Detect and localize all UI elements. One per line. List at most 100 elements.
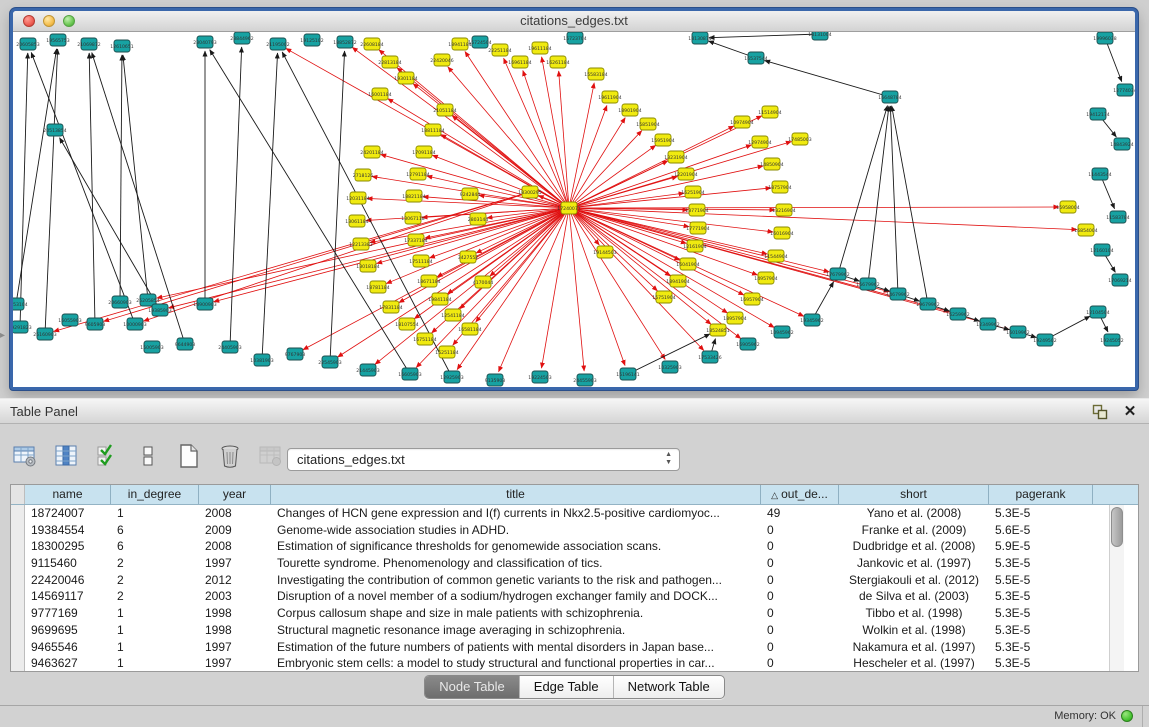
citation-edge-black[interactable] xyxy=(1105,38,1122,82)
citation-edge-red[interactable] xyxy=(569,83,594,208)
cell-pagerank[interactable]: 5.3E-5 xyxy=(989,555,1093,572)
citation-edge-black[interactable] xyxy=(868,106,889,284)
citation-edge-black[interactable] xyxy=(282,52,452,377)
network-node[interactable]: 15583184 xyxy=(584,68,607,80)
cell-title[interactable]: Tourette syndrome. Phenomenology and cla… xyxy=(271,555,761,572)
cell-name[interactable]: 22420046 xyxy=(25,572,111,589)
network-node[interactable]: 10453104 xyxy=(13,298,28,310)
network-canvas[interactable]: 1724007720605853195657532106987212610651… xyxy=(13,32,1135,387)
table-row[interactable]: 946554611997Estimation of the future num… xyxy=(11,639,1138,656)
cell-out_degree[interactable]: 0 xyxy=(761,538,839,555)
delete-table-icon[interactable] xyxy=(215,440,245,472)
citation-edge-black[interactable] xyxy=(838,106,887,274)
network-node[interactable]: 19291823 xyxy=(13,321,32,333)
network-node[interactable]: 9242844 xyxy=(460,188,481,200)
network-node[interactable]: 15851904 xyxy=(636,118,659,130)
network-node[interactable]: 16751184 xyxy=(413,333,436,345)
cell-pagerank[interactable]: 5.3E-5 xyxy=(989,639,1093,656)
network-view-window[interactable]: citations_edges.txt 17240077206058531956… xyxy=(10,8,1138,390)
zoom-window-icon[interactable] xyxy=(63,15,75,27)
network-node[interactable]: 19611904 xyxy=(598,91,621,103)
cell-year[interactable]: 2003 xyxy=(199,588,271,605)
network-node[interactable]: 18131004 xyxy=(808,32,831,40)
citation-edge-black[interactable] xyxy=(60,138,160,310)
network-node[interactable]: 19245052 xyxy=(1100,334,1123,346)
cell-name[interactable]: 9777169 xyxy=(25,605,111,622)
cell-year[interactable]: 1998 xyxy=(199,622,271,639)
column-header-in_degree[interactable]: in_degree xyxy=(111,485,199,504)
network-node[interactable]: 19224503 xyxy=(528,371,551,383)
network-node[interactable]: 18107554 xyxy=(395,318,418,330)
network-node[interactable]: 19679962 xyxy=(916,298,939,310)
cell-name[interactable]: 18300295 xyxy=(25,538,111,555)
network-node[interactable]: 19125102 xyxy=(300,34,323,46)
cell-pagerank[interactable]: 5.3E-5 xyxy=(989,622,1093,639)
citation-edge-red[interactable] xyxy=(569,208,686,243)
cell-title[interactable]: Structural magnetic resonance image aver… xyxy=(271,622,761,639)
cell-name[interactable]: 9463627 xyxy=(25,655,111,672)
cell-out_degree[interactable]: 0 xyxy=(761,622,839,639)
network-node[interactable]: 16001184 xyxy=(368,88,391,100)
network-node[interactable]: 23040793 xyxy=(193,36,216,48)
cell-name[interactable]: 9115460 xyxy=(25,555,111,572)
network-node[interactable]: 20605853 xyxy=(16,38,39,50)
network-node[interactable]: 18901904 xyxy=(618,104,641,116)
citation-edge-black[interactable] xyxy=(89,53,95,324)
cell-out_degree[interactable]: 0 xyxy=(761,639,839,656)
network-node[interactable]: 13216904 xyxy=(772,204,795,216)
cell-title[interactable]: Changes of HCN gene expression and I(f) … xyxy=(271,505,761,522)
network-node[interactable]: 21069872 xyxy=(77,38,100,50)
network-node[interactable]: 16019962 xyxy=(1006,326,1029,338)
network-node[interactable]: 16605903 xyxy=(398,368,421,380)
citation-edge-black[interactable] xyxy=(709,34,820,38)
cell-name[interactable]: 19384554 xyxy=(25,522,111,539)
network-node[interactable]: 18821184 xyxy=(402,190,425,202)
network-node[interactable]: 12349962 xyxy=(976,318,999,330)
close-panel-icon[interactable]: ✕ xyxy=(1121,403,1139,421)
network-node[interactable]: 16961184 xyxy=(508,56,531,68)
network-node[interactable]: 24201184 xyxy=(360,146,383,158)
table-selector-dropdown[interactable]: citations_edges.txt ▲▼ xyxy=(287,448,680,471)
citation-edge-black[interactable] xyxy=(262,53,278,360)
cell-short[interactable]: Jankovic et al. (1997) xyxy=(839,555,989,572)
cell-name[interactable]: 9465546 xyxy=(25,639,111,656)
cell-out_degree[interactable]: 0 xyxy=(761,572,839,589)
network-node[interactable]: 11514904 xyxy=(758,106,781,118)
network-node[interactable]: 15724504 xyxy=(468,36,491,48)
network-node[interactable]: 12213383 xyxy=(349,238,372,250)
network-node[interactable]: 15751904 xyxy=(652,291,675,303)
scrollbar-thumb[interactable] xyxy=(1111,507,1123,547)
network-node[interactable]: 22251184 xyxy=(488,44,511,56)
network-node[interactable]: 17091184 xyxy=(412,146,435,158)
network-node[interactable]: 14957904 xyxy=(754,272,777,284)
network-node[interactable]: 11544904 xyxy=(764,250,787,262)
cell-title[interactable]: Investigating the contribution of common… xyxy=(271,572,761,589)
cell-out_degree[interactable]: 0 xyxy=(761,588,839,605)
citation-edge-black[interactable] xyxy=(765,61,890,97)
network-node[interactable]: 2718126 xyxy=(353,169,374,181)
cell-short[interactable]: Dudbridge et al. (2008) xyxy=(839,538,989,555)
table-row[interactable]: 946362711997Embryonic stem cells: a mode… xyxy=(11,655,1138,672)
network-node[interactable]: 16957904 xyxy=(740,293,763,305)
tab-network-table[interactable]: Network Table xyxy=(614,676,724,698)
network-node[interactable]: 18300295 xyxy=(518,186,541,198)
network-node[interactable]: 13231904 xyxy=(664,151,687,163)
network-node[interactable]: 15723704 xyxy=(563,32,586,44)
column-header-out_degree[interactable]: △out_de... xyxy=(761,485,839,504)
network-node[interactable]: 25160903 xyxy=(33,328,56,340)
network-node[interactable]: 20513854 xyxy=(43,124,66,136)
network-node[interactable]: 22420046 xyxy=(430,54,453,66)
network-node[interactable]: 18811184 xyxy=(421,124,444,136)
network-node[interactable]: 16251904 xyxy=(681,186,704,198)
network-node[interactable]: 10000903 xyxy=(123,318,146,330)
network-node[interactable]: 17679962 xyxy=(826,268,849,280)
network-node[interactable]: 12160104 xyxy=(1090,244,1113,256)
row-height-icon[interactable] xyxy=(133,440,163,472)
cell-short[interactable]: Hescheler et al. (1997) xyxy=(839,655,989,672)
table-mode-icon[interactable] xyxy=(10,440,40,472)
cell-short[interactable]: Yano et al. (2008) xyxy=(839,505,989,522)
network-node[interactable]: 19249502 xyxy=(1033,334,1056,346)
citation-edge-black[interactable] xyxy=(120,55,122,302)
table-row[interactable]: 1830029562008Estimation of significance … xyxy=(11,538,1138,555)
citation-edge-red[interactable] xyxy=(569,207,1059,208)
